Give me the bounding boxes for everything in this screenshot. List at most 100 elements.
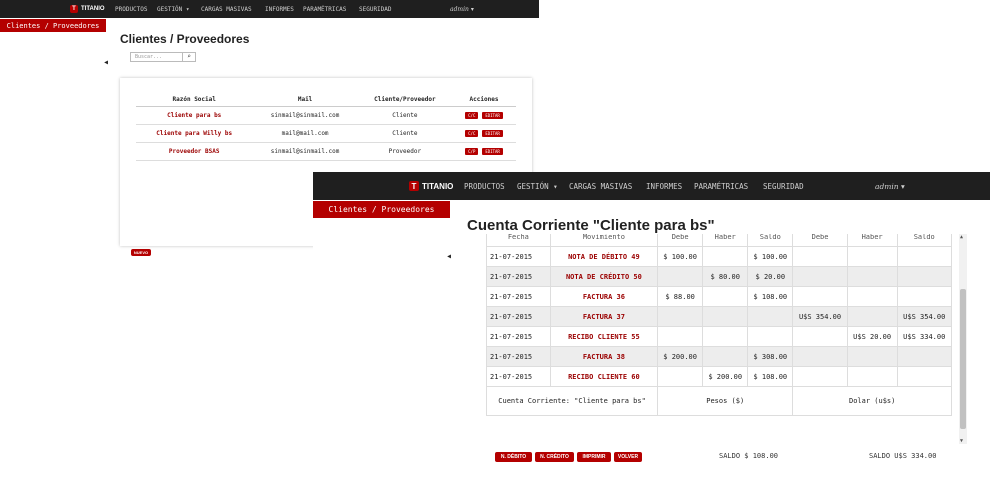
nav-parametricas[interactable]: PARAMÉTRICAS [694,182,748,191]
razon-social-link[interactable]: Proveedor BSAS [136,142,253,161]
movimiento-link[interactable]: FACTURA 38 [549,346,659,367]
haber-dolar-cell [846,366,898,387]
saldo-pesos-cell [747,326,794,347]
haber-pesos-cell [702,346,749,367]
scroll-up-icon[interactable]: ▲ [960,234,963,240]
haber-dolar-cell: U$S 20.00 [846,326,898,347]
nav-productos[interactable]: PRODUCTOS [464,182,505,191]
nav-gestion[interactable]: GESTIÓN ▾ [517,182,558,191]
mail-cell: sinmail@sinmail.com [252,142,358,161]
footer-pesos-label: Pesos ($) [657,386,794,416]
mail-cell: sinmail@sinmail.com [252,106,358,125]
fecha-cell: 21-07-2015 [486,326,551,347]
col-acciones: Acciones [451,94,516,107]
movimiento-link[interactable]: FACTURA 36 [549,286,659,307]
haber-dolar-cell [846,286,898,307]
col-tipo: Cliente/Proveedor [357,94,452,107]
cc-button[interactable]: C/C [465,130,479,137]
edit-button[interactable]: EDITAR [482,112,503,119]
ledger-row: 21-07-2015 NOTA DE CRÉDITO 50 $ 80.00 $ … [486,266,952,287]
razon-social-link[interactable]: Cliente para bs [136,106,253,125]
nav-gestion-label: GESTIÓN [517,181,549,191]
sidebar-collapse-icon[interactable]: ◂ [446,251,452,262]
haber-pesos-cell [702,306,749,327]
haber-dolar-cell [846,306,898,327]
col-debe-dolar: Debe [792,234,848,247]
brand-name: TITANIO [422,181,454,191]
volver-button[interactable]: VOLVER [614,452,642,462]
nota-debito-button[interactable]: N. DÉBITO [495,452,532,462]
nav-informes[interactable]: INFORMES [265,6,294,13]
nav-cargas-masivas[interactable]: CARGAS MASIVAS [569,182,632,191]
saldo-dolar-cell [896,266,952,287]
user-menu[interactable]: admin ▾ [450,6,474,13]
movimiento-link[interactable]: FACTURA 37 [549,306,659,327]
saldo-dolar-cell [896,286,952,307]
titanio-logo-icon: T [70,5,78,13]
saldo-dolar-cell: U$S 334.00 [896,326,952,347]
imprimir-button[interactable]: IMPRIMIR [577,452,611,462]
col-saldo-dolar: Saldo [896,234,952,247]
saldo-dolar: SALDO U$S 334.00 [869,452,937,460]
saldo-pesos-cell: $ 108.00 [747,286,794,307]
sidebar-item-clientes-proveedores[interactable]: Clientes / Proveedores [313,201,450,218]
debe-pesos-cell: $ 88.00 [657,286,704,307]
movimiento-link[interactable]: RECIBO CLIENTE 55 [549,326,659,347]
debe-pesos-cell: $ 100.00 [657,246,704,267]
saldo-pesos-cell: $ 108.00 [747,366,794,387]
user-menu[interactable]: admin ▾ [875,182,905,191]
table-row: Cliente para Willy bs mail@mail.com Clie… [136,124,516,143]
saldo-dolar-cell [896,346,952,367]
movimiento-link[interactable]: NOTA DE DÉBITO 49 [549,246,659,267]
movimiento-link[interactable]: NOTA DE CRÉDITO 50 [549,266,659,287]
chevron-down-icon: ▾ [553,181,558,191]
nota-credito-button[interactable]: N. CRÉDITO [535,452,574,462]
clients-table: Razón Social Mail Cliente/Proveedor Acci… [136,94,516,161]
saldo-pesos-cell: $ 308.00 [747,346,794,367]
haber-pesos-cell [702,246,749,267]
nav-informes[interactable]: INFORMES [646,182,682,191]
sidebar-collapse-icon[interactable]: ◂ [103,57,109,68]
acciones-cell: C/P EDITAR [451,142,516,161]
col-mail: Mail [252,94,358,107]
chevron-down-icon: ▾ [185,5,190,13]
edit-button[interactable]: EDITAR [482,148,503,155]
tipo-cell: Cliente [357,124,452,143]
razon-social-link[interactable]: Cliente para Willy bs [136,124,253,143]
chevron-down-icon: ▾ [470,5,474,13]
haber-pesos-cell: $ 200.00 [702,366,749,387]
haber-pesos-cell: $ 80.00 [702,266,749,287]
cp-button[interactable]: C/P [465,148,479,155]
fecha-cell: 21-07-2015 [486,266,551,287]
fecha-cell: 21-07-2015 [486,346,551,367]
col-movimiento: Movimiento [549,234,659,247]
movimiento-link[interactable]: RECIBO CLIENTE 60 [549,366,659,387]
scroll-down-icon[interactable]: ▼ [960,438,963,444]
scrollbar-thumb[interactable] [960,289,966,429]
cc-button[interactable]: C/C [465,112,479,119]
nav-cargas-masivas[interactable]: CARGAS MASIVAS [201,6,252,13]
nav-parametricas[interactable]: PARAMÉTRICAS [303,6,346,13]
ledger-row: 21-07-2015 FACTURA 36 $ 88.00 $ 108.00 [486,286,952,307]
tipo-cell: Cliente [357,106,452,125]
ledger-row: 21-07-2015 FACTURA 37 U$S 354.00 U$S 354… [486,306,952,327]
nav-seguridad[interactable]: SEGURIDAD [359,6,392,13]
vertical-scrollbar[interactable]: ▲ ▼ [959,234,967,444]
col-haber-dolar: Haber [846,234,898,247]
col-haber-pesos: Haber [702,234,749,247]
titanio-logo-icon: T [409,181,419,191]
debe-dolar-cell [792,326,848,347]
search-input[interactable]: Buscar... ⌕ [130,52,196,62]
brand-logo[interactable]: T TITANIO [70,5,105,13]
edit-button[interactable]: EDITAR [482,130,503,137]
brand-logo[interactable]: T TITANIO [409,181,453,191]
nav-seguridad[interactable]: SEGURIDAD [763,182,804,191]
search-icon[interactable]: ⌕ [182,53,195,61]
nav-productos[interactable]: PRODUCTOS [115,6,148,13]
nav-gestion[interactable]: GESTIÓN ▾ [157,6,190,13]
fecha-cell: 21-07-2015 [486,246,551,267]
new-button[interactable]: NUEVO [131,249,151,256]
ledger-table: Fecha Movimiento Debe Haber Saldo Debe H… [486,234,952,416]
footer-account-label: Cuenta Corriente: "Cliente para bs" [486,386,659,416]
sidebar-item-clientes-proveedores[interactable]: Clientes / Proveedores [0,19,106,32]
